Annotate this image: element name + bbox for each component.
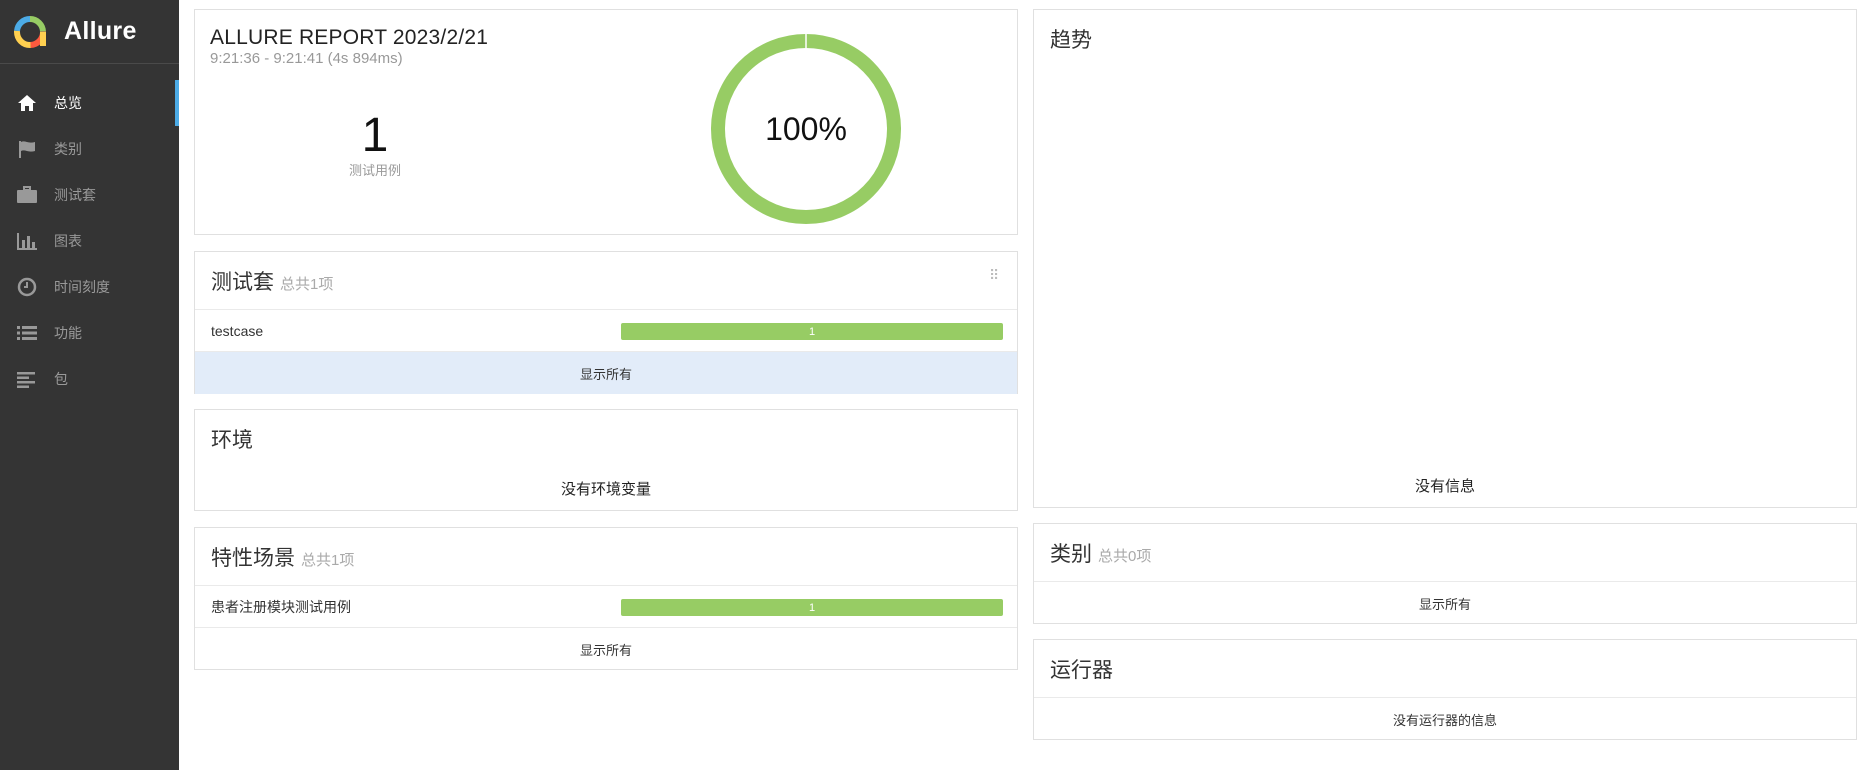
allure-logo-icon: [14, 15, 46, 48]
sidebar-item-graphs[interactable]: 图表: [0, 218, 179, 264]
executors-empty-text: 没有运行器的信息: [1392, 712, 1497, 728]
categories-show-all-button[interactable]: 显示所有: [1034, 582, 1856, 624]
suite-row[interactable]: testcase 1: [195, 310, 1017, 352]
categories-count: 总共0项: [1098, 548, 1152, 565]
briefcase-icon: [16, 185, 38, 205]
sidebar-item-label: 时间刻度: [54, 279, 110, 295]
sidebar-item-suites[interactable]: 测试套: [0, 172, 179, 218]
trend-title: 趋势: [1050, 29, 1092, 52]
drag-handle-icon[interactable]: ⠿: [989, 266, 1001, 284]
sidebar-item-label: 功能: [54, 325, 82, 341]
pass-rate-text: 100%: [765, 111, 847, 147]
brand[interactable]: Allure: [0, 0, 179, 64]
environment-title: 环境: [211, 429, 253, 452]
test-case-label: 测试用例: [348, 163, 401, 178]
sidebar: Allure 总览 类别 测试套 图表 时间刻度 功能 包: [0, 0, 179, 770]
bar-chart-icon: [16, 231, 38, 251]
list-icon: [16, 323, 38, 343]
sidebar-item-packages[interactable]: 包: [0, 356, 179, 402]
report-time-range: 9:21:36 - 9:21:41 (4s 894ms): [210, 50, 403, 67]
sidebar-item-categories[interactable]: 类别: [0, 126, 179, 172]
executors-widget: 运行器 没有运行器的信息: [1033, 639, 1857, 740]
brand-name: Allure: [64, 17, 137, 45]
suite-name: testcase: [211, 322, 264, 339]
environment-empty-text: 没有环境变量: [560, 481, 651, 498]
features-title: 特性场景: [211, 547, 295, 570]
sidebar-item-label: 包: [54, 371, 68, 387]
feature-status-bar[interactable]: 1: [621, 599, 1003, 616]
flag-icon: [16, 139, 38, 159]
suites-show-all-button[interactable]: 显示所有: [195, 352, 1017, 394]
home-icon: [16, 93, 38, 113]
environment-widget: 环境 没有环境变量: [194, 409, 1018, 511]
suite-status-count: 1: [808, 325, 816, 338]
sidebar-item-label: 总览: [54, 95, 82, 111]
clock-icon: [16, 277, 38, 297]
suites-widget: 测试套 总共1项 ⠿ testcase 1 显示所有: [194, 251, 1018, 394]
feature-status-count: 1: [808, 601, 816, 614]
suite-status-bar[interactable]: 1: [621, 323, 1003, 340]
sidebar-item-label: 类别: [54, 141, 82, 157]
features-show-all-button[interactable]: 显示所有: [195, 628, 1017, 670]
feature-name: 患者注册模块测试用例: [211, 598, 351, 615]
sidebar-nav: 总览 类别 测试套 图表 时间刻度 功能 包: [0, 80, 179, 402]
categories-widget: 类别 总共0项 显示所有: [1033, 523, 1857, 624]
test-case-count: 1: [361, 109, 389, 162]
categories-widget-title: 类别 总共0项: [1034, 524, 1856, 582]
features-widget: 特性场景 总共1项 患者注册模块测试用例 1 显示所有: [194, 527, 1018, 670]
sidebar-item-label: 测试套: [54, 187, 96, 203]
features-count: 总共1项: [301, 552, 355, 569]
features-widget-title: 特性场景 总共1项: [195, 528, 1017, 586]
sidebar-item-behaviors[interactable]: 功能: [0, 310, 179, 356]
pass-rate-donut-chart[interactable]: 100%: [709, 32, 903, 226]
report-title: ALLURE REPORT 2023/2/21: [210, 26, 489, 49]
suites-widget-title: 测试套 总共1项: [195, 252, 1017, 310]
align-left-icon: [16, 369, 38, 389]
feature-row[interactable]: 患者注册模块测试用例 1: [195, 586, 1017, 628]
executors-title: 运行器: [1034, 640, 1856, 698]
sidebar-item-overview[interactable]: 总览: [0, 80, 179, 126]
suites-count: 总共1项: [280, 276, 334, 293]
sidebar-item-label: 图表: [54, 233, 82, 249]
categories-title: 类别: [1050, 543, 1092, 566]
sidebar-item-timeline[interactable]: 时间刻度: [0, 264, 179, 310]
trend-empty-text: 没有信息: [1414, 478, 1475, 495]
trend-widget: 趋势 没有信息: [1033, 9, 1857, 508]
suites-title: 测试套: [211, 271, 274, 294]
summary-widget: ALLURE REPORT 2023/2/21 9:21:36 - 9:21:4…: [194, 9, 1018, 235]
